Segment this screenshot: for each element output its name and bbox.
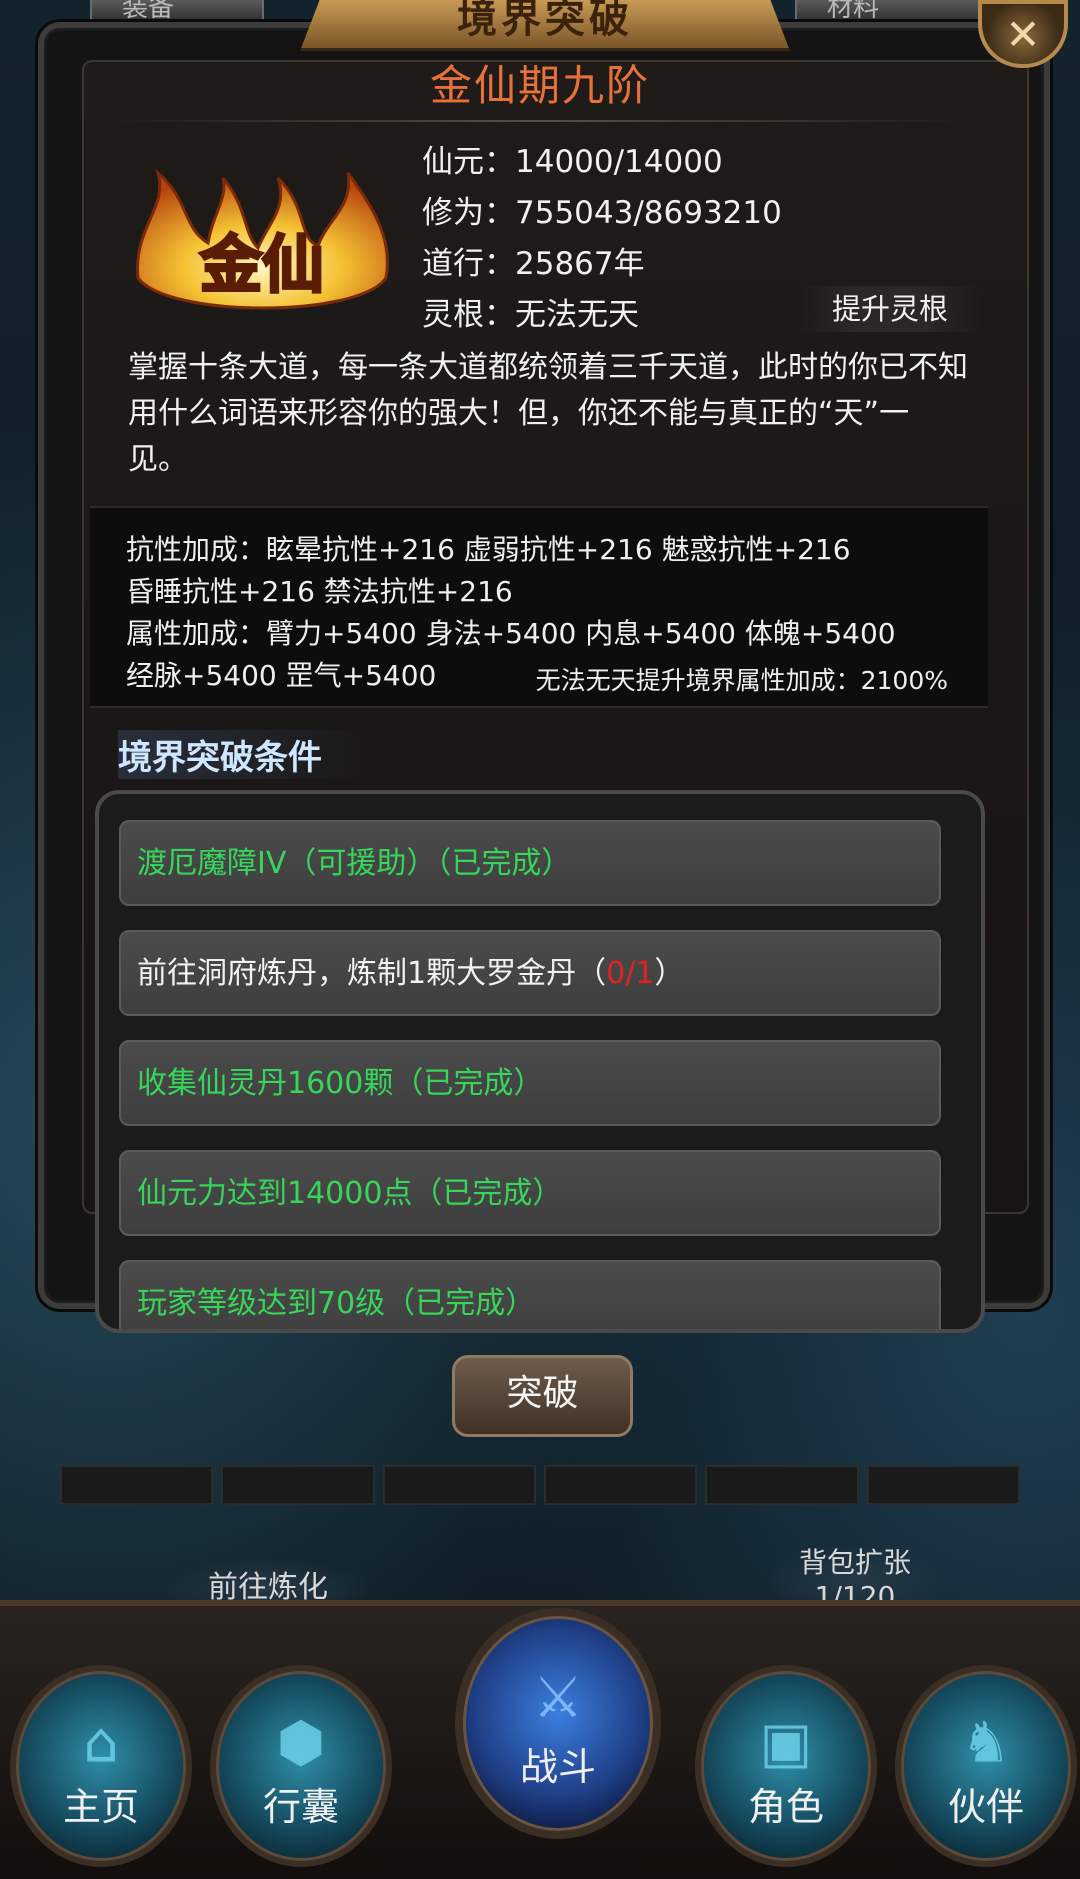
title-banner: 境界突破 — [300, 0, 790, 51]
conditions-title: 境界突破条件 — [118, 730, 372, 779]
realm-description: 掌握十条大道，每一条大道都统领着三千天道，此时的你已不知用什么词语来形容你的强大… — [128, 350, 968, 477]
bag-expand-label: 背包扩张 — [798, 1546, 911, 1579]
page-title: 境界突破 — [457, 0, 633, 42]
divider — [110, 120, 970, 122]
realm-name: 金仙期九阶 — [429, 61, 650, 110]
stat-cultivation: 修为：755043/8693210 — [422, 195, 782, 231]
boost-spirit-root-button[interactable]: 提升灵根 — [800, 286, 980, 332]
panel-bottom-slots — [60, 1465, 1020, 1505]
battle-icon: ⚔ — [532, 1665, 584, 1731]
home-icon: ⌂ — [83, 1710, 119, 1776]
emblem-text: 金仙 — [199, 228, 324, 301]
nav-battle[interactable]: ⚔ 战斗 — [455, 1608, 661, 1839]
nav-partner[interactable]: ♞ 伙伴 — [895, 1665, 1077, 1867]
resistance-bonus-line-2: 昏睡抗性+216 禁法抗性+216 — [126, 575, 513, 608]
condition-item: 收集仙灵丹1600颗（已完成） — [119, 1040, 941, 1126]
tab-materials[interactable]: 材料 — [795, 0, 989, 24]
breakthrough-button[interactable]: 突破 — [452, 1355, 633, 1437]
partner-icon: ♞ — [960, 1710, 1012, 1776]
stat-immortal-energy: 仙元：14000/14000 — [422, 144, 723, 180]
character-icon: ▣ — [759, 1710, 813, 1776]
stat-dao: 道行：25867年 — [422, 246, 645, 282]
nav-character[interactable]: ▣ 角色 — [695, 1665, 877, 1867]
nav-home[interactable]: ⌂ 主页 — [10, 1665, 192, 1867]
realm-emblem: 金仙 — [136, 168, 389, 310]
bag-icon: ⬢ — [276, 1710, 326, 1776]
conditions-list[interactable]: 渡厄魔障IV（可援助）（已完成） 前往洞府炼丹，炼制1颗大罗金丹（0/1） 收集… — [95, 790, 985, 1333]
condition-progress: 0/1 — [606, 956, 655, 991]
attribute-bonus-percent: 无法无天提升境界属性加成：2100% — [535, 666, 948, 695]
condition-item: 渡厄魔障IV（可援助）（已完成） — [119, 820, 941, 906]
nav-bag[interactable]: ⬢ 行囊 — [210, 1665, 392, 1867]
condition-item: 玩家等级达到70级（已完成） — [119, 1260, 941, 1329]
attribute-bonus-line: 属性加成：臂力+5400 身法+5400 内息+5400 体魄+5400 — [126, 617, 896, 650]
resistance-bonus-line: 抗性加成：眩晕抗性+216 虚弱抗性+216 魅惑抗性+216 — [126, 533, 851, 566]
condition-item: 仙元力达到14000点（已完成） — [119, 1150, 941, 1236]
condition-item: 前往洞府炼丹，炼制1颗大罗金丹（0/1） — [119, 930, 941, 1016]
tab-equipment[interactable]: 装备 — [90, 0, 264, 24]
stat-spirit-root: 灵根：无法无天 — [422, 297, 639, 333]
bonus-box: 抗性加成：眩晕抗性+216 虚弱抗性+216 魅惑抗性+216 昏睡抗性+216… — [90, 506, 988, 708]
attribute-bonus-line-2: 经脉+5400 罡气+5400 — [126, 659, 437, 692]
